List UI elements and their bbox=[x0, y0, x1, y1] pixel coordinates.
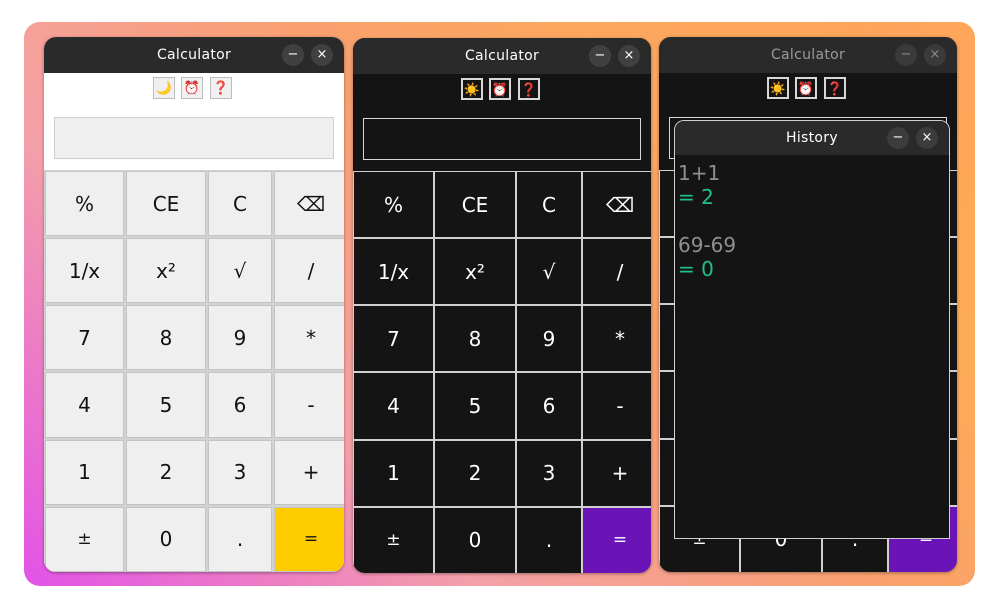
digit-9-key[interactable]: 9 bbox=[517, 306, 581, 372]
question-icon[interactable]: ❓ bbox=[824, 77, 846, 99]
clear-key[interactable]: C bbox=[208, 171, 272, 237]
title-bar: Calculator − × bbox=[659, 37, 957, 73]
multiply-key[interactable]: * bbox=[583, 306, 651, 372]
digit-5-key[interactable]: 5 bbox=[126, 372, 206, 438]
decimal-key[interactable]: . bbox=[517, 507, 581, 573]
clear-key[interactable]: C bbox=[517, 172, 581, 238]
subtract-key[interactable]: - bbox=[583, 373, 651, 439]
calculator-window-dark: Calculator − × ☀️ ⏰ ❓ % CE C ⌫ 1/x x² √ … bbox=[353, 38, 651, 573]
clear-entry-key[interactable]: CE bbox=[126, 171, 206, 237]
close-button[interactable]: × bbox=[311, 44, 333, 66]
digit-3-key[interactable]: 3 bbox=[208, 439, 272, 505]
digit-4-key[interactable]: 4 bbox=[354, 373, 433, 439]
divide-key[interactable]: / bbox=[583, 239, 651, 305]
digit-0-key[interactable]: 0 bbox=[435, 507, 515, 573]
alarm-clock-icon[interactable]: ⏰ bbox=[489, 78, 511, 100]
history-window: History − × 1+1 = 2 69-69 = 0 bbox=[674, 120, 950, 539]
square-key[interactable]: x² bbox=[435, 239, 515, 305]
keypad: % CE C ⌫ 1/x x² √ / 7 8 9 * 4 5 6 - 1 2 … bbox=[353, 171, 651, 573]
question-icon[interactable]: ❓ bbox=[518, 78, 540, 100]
backspace-key[interactable]: ⌫ bbox=[274, 171, 344, 237]
reciprocal-key[interactable]: 1/x bbox=[45, 238, 124, 304]
history-result: = 0 bbox=[678, 257, 714, 281]
toolbar: 🌙 ⏰ ❓ bbox=[44, 73, 344, 109]
backspace-key[interactable]: ⌫ bbox=[583, 172, 651, 238]
moon-icon[interactable]: 🌙 bbox=[153, 77, 175, 99]
digit-2-key[interactable]: 2 bbox=[435, 440, 515, 506]
percent-key[interactable]: % bbox=[45, 171, 124, 237]
minimize-button[interactable]: − bbox=[282, 44, 304, 66]
alarm-clock-icon[interactable]: ⏰ bbox=[181, 77, 203, 99]
digit-7-key[interactable]: 7 bbox=[354, 306, 433, 372]
minimize-button[interactable]: − bbox=[887, 127, 909, 149]
digit-7-key[interactable]: 7 bbox=[45, 305, 124, 371]
digit-2-key[interactable]: 2 bbox=[126, 439, 206, 505]
digit-6-key[interactable]: 6 bbox=[517, 373, 581, 439]
percent-key[interactable]: % bbox=[354, 172, 433, 238]
title-bar: History − × bbox=[675, 121, 949, 155]
clear-entry-key[interactable]: CE bbox=[435, 172, 515, 238]
history-result: = 2 bbox=[678, 185, 714, 209]
digit-0-key[interactable]: 0 bbox=[126, 506, 206, 572]
toolbar: ☀️ ⏰ ❓ bbox=[353, 74, 651, 110]
digit-6-key[interactable]: 6 bbox=[208, 372, 272, 438]
calculator-display bbox=[363, 118, 641, 160]
digit-5-key[interactable]: 5 bbox=[435, 373, 515, 439]
add-key[interactable]: + bbox=[274, 439, 344, 505]
digit-8-key[interactable]: 8 bbox=[435, 306, 515, 372]
square-key[interactable]: x² bbox=[126, 238, 206, 304]
add-key[interactable]: + bbox=[583, 440, 651, 506]
multiply-key[interactable]: * bbox=[274, 305, 344, 371]
reciprocal-key[interactable]: 1/x bbox=[354, 239, 433, 305]
calculator-display bbox=[54, 117, 334, 159]
sun-icon[interactable]: ☀️ bbox=[461, 78, 483, 100]
question-icon[interactable]: ❓ bbox=[210, 77, 232, 99]
history-expression: 1+1 bbox=[678, 161, 721, 185]
close-button[interactable]: × bbox=[916, 127, 938, 149]
sqrt-key[interactable]: √ bbox=[517, 239, 581, 305]
divide-key[interactable]: / bbox=[274, 238, 344, 304]
alarm-clock-icon[interactable]: ⏰ bbox=[795, 77, 817, 99]
minimize-button[interactable]: − bbox=[895, 44, 917, 66]
keypad: % CE C ⌫ 1/x x² √ / 7 8 9 * 4 5 6 - 1 2 … bbox=[44, 170, 344, 572]
history-list: 1+1 = 2 69-69 = 0 bbox=[678, 161, 946, 538]
negate-key[interactable]: ± bbox=[45, 506, 124, 572]
digit-9-key[interactable]: 9 bbox=[208, 305, 272, 371]
close-button[interactable]: × bbox=[924, 44, 946, 66]
sqrt-key[interactable]: √ bbox=[208, 238, 272, 304]
title-bar: Calculator − × bbox=[353, 38, 651, 74]
toolbar: ☀️ ⏰ ❓ bbox=[659, 73, 957, 109]
digit-4-key[interactable]: 4 bbox=[45, 372, 124, 438]
sun-icon[interactable]: ☀️ bbox=[767, 77, 789, 99]
title-bar: Calculator − × bbox=[44, 37, 344, 73]
digit-3-key[interactable]: 3 bbox=[517, 440, 581, 506]
equals-key[interactable]: = bbox=[274, 506, 344, 572]
negate-key[interactable]: ± bbox=[354, 507, 433, 573]
digit-1-key[interactable]: 1 bbox=[45, 439, 124, 505]
decimal-key[interactable]: . bbox=[208, 506, 272, 572]
digit-8-key[interactable]: 8 bbox=[126, 305, 206, 371]
digit-1-key[interactable]: 1 bbox=[354, 440, 433, 506]
subtract-key[interactable]: - bbox=[274, 372, 344, 438]
history-spacer bbox=[678, 209, 946, 233]
equals-key[interactable]: = bbox=[583, 507, 651, 573]
calculator-window-light: Calculator − × 🌙 ⏰ ❓ % CE C ⌫ 1/x x² √ /… bbox=[44, 37, 344, 572]
minimize-button[interactable]: − bbox=[589, 45, 611, 67]
close-button[interactable]: × bbox=[618, 45, 640, 67]
history-expression: 69-69 bbox=[678, 233, 737, 257]
